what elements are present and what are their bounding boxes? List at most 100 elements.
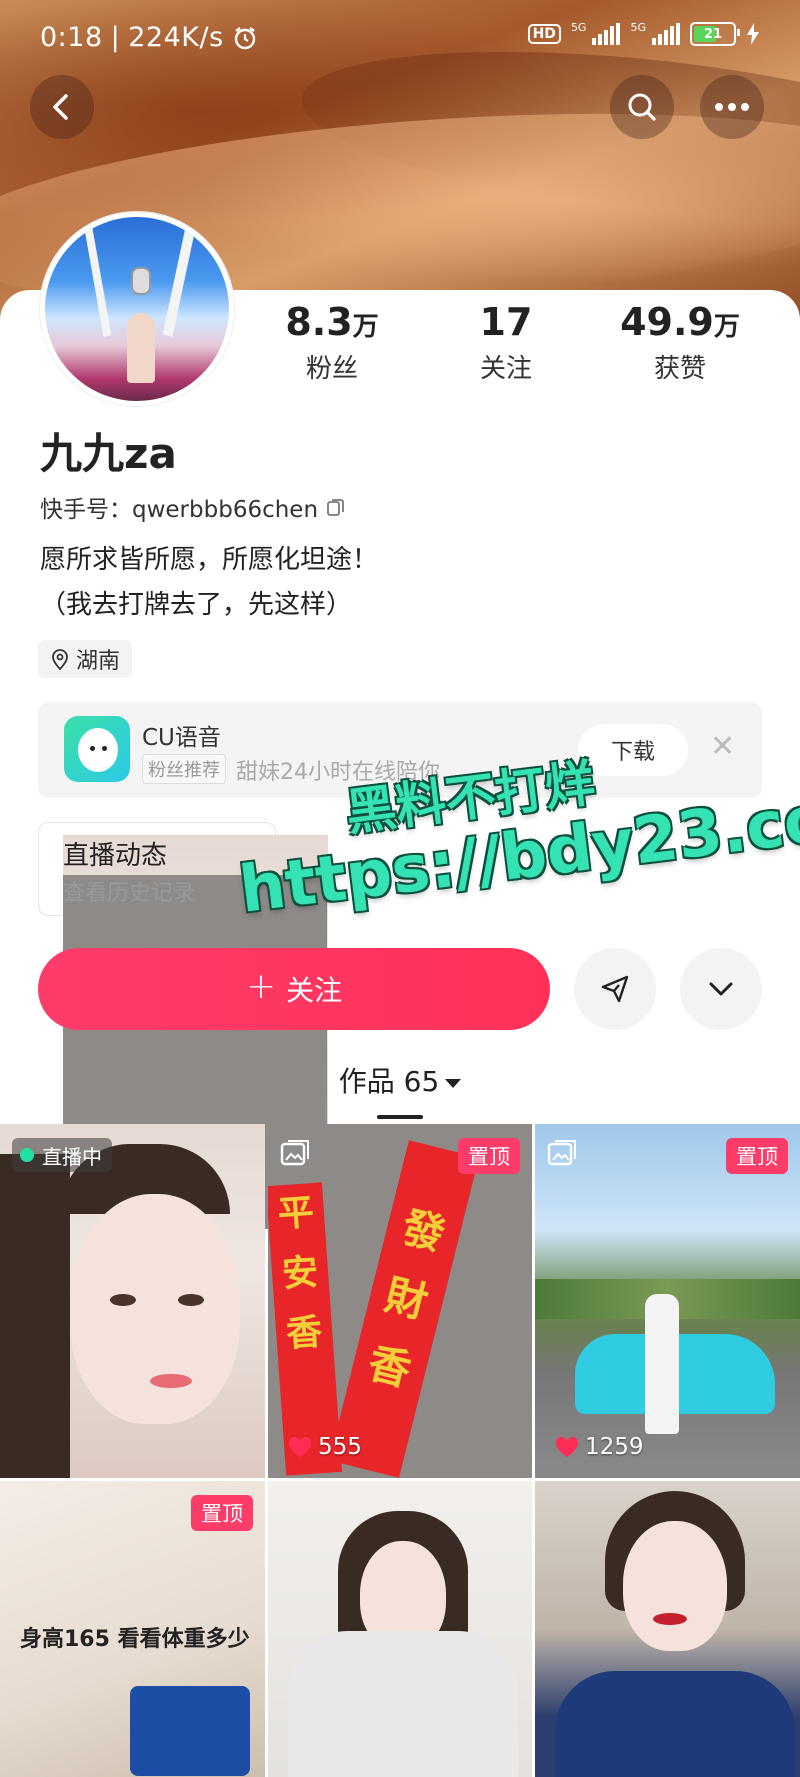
back-button[interactable] xyxy=(30,75,94,139)
kuaishou-id[interactable]: 快手号：qwerbbb66chen xyxy=(40,490,346,524)
stat-value: 17 xyxy=(426,300,586,344)
video-tile[interactable]: 置顶 身高165 看看体重多少 xyxy=(0,1481,265,1777)
bio-line: （我去打牌去了，先这样） xyxy=(40,590,353,620)
follow-button[interactable]: + 关注 xyxy=(38,948,550,1030)
message-button[interactable] xyxy=(574,948,656,1030)
net-type-1: 5G xyxy=(570,21,587,34)
works-count: 65 xyxy=(403,1065,440,1098)
status-right: HD 5G 5G 21 xyxy=(527,21,760,46)
location-tag: 湖南 xyxy=(38,640,133,678)
tile-caption: 身高165 看看体重多少 xyxy=(20,1627,250,1652)
stat-fans[interactable]: 8.3万 粉丝 xyxy=(252,300,412,385)
photo-tile[interactable]: 置顶 1259 xyxy=(535,1124,800,1478)
tile-figure xyxy=(0,1154,70,1478)
follow-label: 关注 xyxy=(286,974,343,1007)
search-button[interactable] xyxy=(610,75,674,139)
heart-icon xyxy=(555,1436,579,1457)
app-logo-icon xyxy=(64,716,130,782)
battery-level: 21 xyxy=(703,26,723,42)
tab-works[interactable]: 作品 65 xyxy=(0,1060,800,1100)
copy-icon[interactable] xyxy=(326,497,346,517)
video-tile[interactable]: 直播中 xyxy=(0,1124,265,1478)
tile-figure xyxy=(288,1631,518,1777)
close-icon[interactable]: ✕ xyxy=(710,732,735,762)
live-badge: 直播中 xyxy=(12,1138,112,1172)
kuaishou-id-text: 快手号：qwerbbb66chen xyxy=(40,497,319,523)
tab-indicator xyxy=(377,1115,423,1119)
pinned-badge: 置顶 xyxy=(726,1138,788,1174)
tile-figure xyxy=(555,1671,795,1777)
tile-figure xyxy=(178,1294,204,1306)
pinned-badge: 置顶 xyxy=(458,1138,520,1174)
profile-bio: 愿所求皆所愿，所愿化坦途！ （我去打牌去了，先这样） xyxy=(40,538,378,628)
back-arrow-icon xyxy=(53,94,68,120)
works-grid: 直播中 平安香 發財香 置顶 555 置顶 1259 置顶 身高165 看看体重… xyxy=(0,1124,800,1777)
stat-label: 关注 xyxy=(479,354,532,384)
tile-figure xyxy=(110,1294,136,1306)
plus-icon: + xyxy=(245,966,277,1007)
stat-number: 49.9 xyxy=(620,300,714,344)
tile-scale xyxy=(130,1686,250,1776)
status-net-speed: 224K/s xyxy=(128,22,224,53)
stat-following[interactable]: 17 关注 xyxy=(426,300,586,385)
stat-label: 获赞 xyxy=(653,354,706,384)
like-count: 1259 xyxy=(555,1434,644,1460)
video-tile[interactable] xyxy=(268,1481,532,1777)
stat-value: 8.3万 xyxy=(252,300,412,344)
stat-unit: 万 xyxy=(713,312,740,342)
stat-number: 8.3 xyxy=(285,300,353,344)
ad-download-button[interactable]: 下载 xyxy=(578,724,688,776)
heart-icon xyxy=(288,1436,312,1457)
status-left: 0:18 | 224K/s xyxy=(40,22,258,53)
search-icon xyxy=(628,93,656,121)
more-button[interactable] xyxy=(700,75,764,139)
tile-figure xyxy=(653,1613,687,1625)
more-dots-icon xyxy=(715,103,749,111)
tile-couplet-right: 發財香 xyxy=(329,1140,479,1478)
tile-figure xyxy=(150,1374,192,1388)
chevron-down-icon xyxy=(709,982,733,996)
like-count-text: 555 xyxy=(318,1434,362,1460)
ad-title: CU语音 xyxy=(142,725,221,751)
pinned-badge: 置顶 xyxy=(191,1495,253,1531)
location-pin-icon xyxy=(52,649,68,670)
net-type-2: 5G xyxy=(630,21,646,34)
profile-stats: 8.3万 粉丝 17 关注 49.9万 获赞 xyxy=(0,300,800,400)
tile-figure xyxy=(645,1294,679,1434)
signal-icon xyxy=(652,23,680,45)
avatar-detail xyxy=(131,267,151,295)
alarm-icon xyxy=(234,26,255,49)
send-icon xyxy=(601,975,629,1003)
location-text: 湖南 xyxy=(76,649,121,674)
stat-number: 17 xyxy=(479,300,533,344)
status-divider: | xyxy=(110,22,121,53)
bio-line: 愿所求皆所愿，所愿化坦途！ xyxy=(40,545,379,575)
signal-icon xyxy=(592,23,621,45)
expand-button[interactable] xyxy=(680,948,762,1030)
like-count-text: 1259 xyxy=(585,1434,644,1460)
stat-likes[interactable]: 49.9万 获赞 xyxy=(600,300,760,385)
hd-badge: HD xyxy=(527,24,561,44)
charging-icon xyxy=(747,23,759,45)
live-dot-icon xyxy=(20,1148,34,1162)
tile-figure xyxy=(70,1194,240,1424)
video-tile[interactable] xyxy=(535,1481,800,1777)
works-label: 作品 xyxy=(338,1065,395,1098)
profile-screen: 0:18 | 224K/s HD 5G 5G 21 8.3万 粉丝 17 关注 … xyxy=(0,0,800,1777)
status-time: 0:18 xyxy=(40,22,103,53)
image-icon xyxy=(280,1140,309,1166)
ad-tag: 粉丝推荐 xyxy=(142,754,226,784)
battery-icon: 21 xyxy=(690,22,740,46)
live-badge-text: 直播中 xyxy=(42,1144,102,1169)
status-bar: 0:18 | 224K/s HD 5G 5G 21 xyxy=(0,0,800,78)
tile-couplet-left: 平安香 xyxy=(268,1182,343,1476)
app-logo-face xyxy=(78,728,118,772)
like-count: 555 xyxy=(288,1434,362,1460)
stat-value: 49.9万 xyxy=(600,300,760,344)
stat-unit: 万 xyxy=(352,312,379,342)
caret-down-icon xyxy=(445,1078,462,1088)
image-icon xyxy=(547,1140,576,1166)
tile-figure xyxy=(623,1521,727,1651)
stat-label: 粉丝 xyxy=(305,354,358,384)
photo-tile[interactable]: 平安香 發財香 置顶 555 xyxy=(268,1124,532,1478)
